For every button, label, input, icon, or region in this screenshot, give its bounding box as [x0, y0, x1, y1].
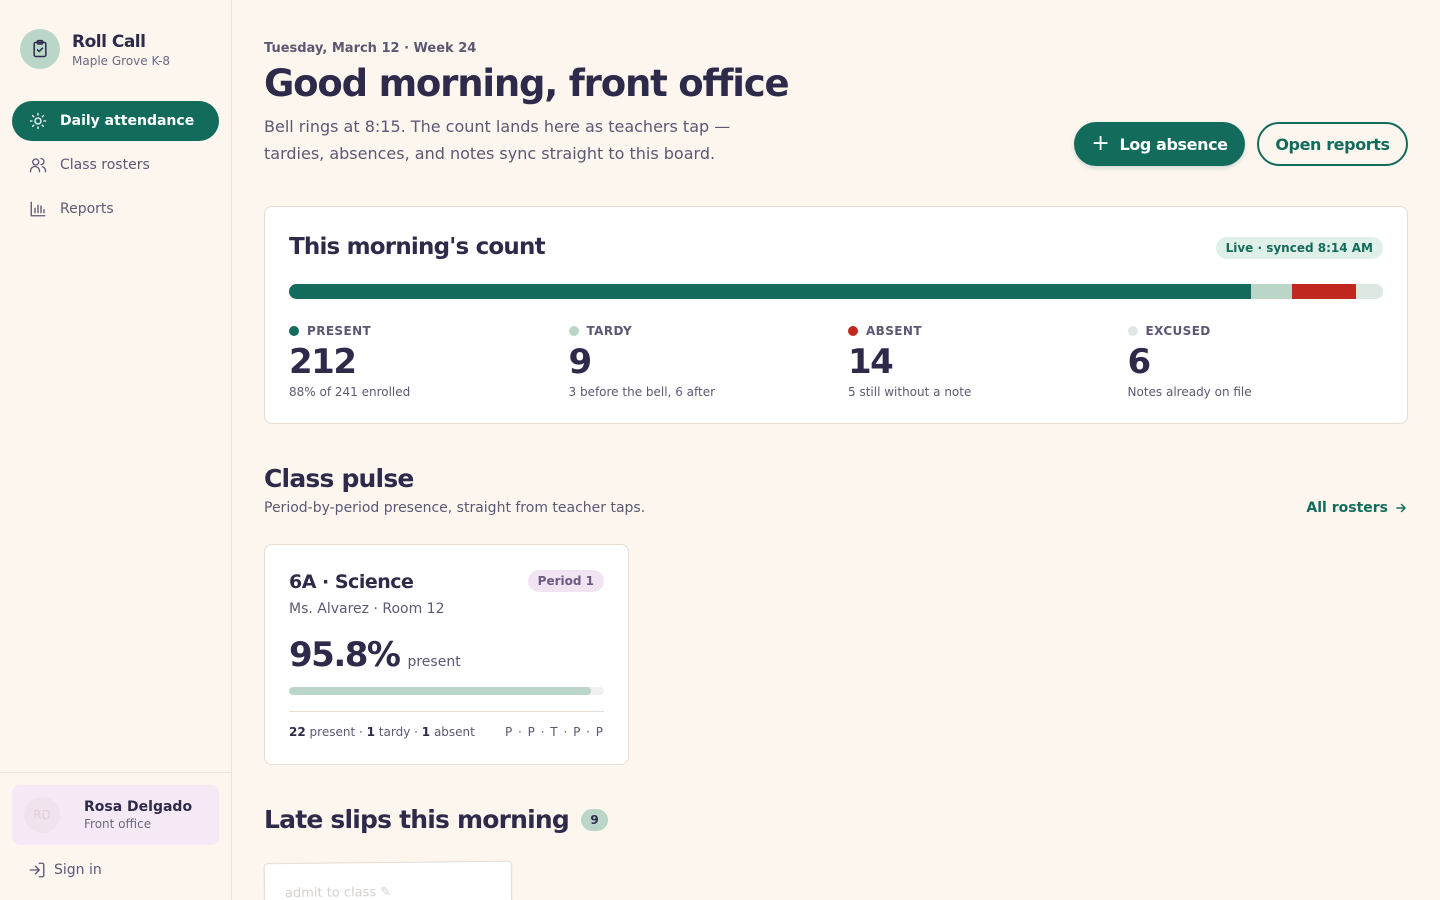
attendance-stacked-bar: [289, 284, 1383, 299]
sidebar-item-daily-attendance[interactable]: Daily attendance: [12, 101, 219, 141]
log-absence-label: Log absence: [1119, 134, 1228, 154]
tardy-count: 1: [366, 725, 375, 739]
class-presence-fill: [289, 687, 591, 695]
bar-segment-excused: [1355, 284, 1383, 299]
all-rosters-label: All rosters: [1306, 500, 1388, 516]
bar-chart-icon: [28, 199, 48, 219]
sidebar-item-class-rosters[interactable]: Class rosters: [12, 145, 219, 185]
sidebar-item-label: Class rosters: [60, 157, 150, 173]
class-percent-label: present: [407, 654, 461, 670]
brand-title: Roll Call: [72, 31, 146, 52]
stat-value: 212: [289, 342, 357, 382]
period-badge: Period 1: [527, 570, 604, 592]
tardy-dot: [568, 326, 579, 336]
bar-segment-tardy: [1251, 284, 1293, 299]
bar-segment-absent: [1292, 284, 1356, 299]
clipboard-check-icon: [20, 29, 60, 69]
stat-value: 14: [848, 342, 894, 382]
class-pulse-subtitle: Period-by-period presence, straight from…: [264, 500, 646, 516]
all-rosters-link[interactable]: All rosters: [1306, 500, 1408, 516]
class-title: 6A · Science: [289, 571, 414, 593]
open-reports-button[interactable]: Open reports: [1257, 122, 1408, 166]
bar-segment-present: [289, 284, 1252, 299]
class-counts: 22 present · 1 tardy · 1 absent: [289, 725, 475, 739]
stat-present: PRESENT 212 88% of 241 enrolled: [289, 324, 569, 399]
class-card[interactable]: 6A · Science Period 1 Ms. Alvarez · Room…: [264, 544, 629, 765]
class-presence-bar: [289, 687, 604, 695]
morning-count-card: This morning's count Live · synced 8:14 …: [264, 206, 1408, 424]
divider: [289, 711, 604, 712]
stat-note: Notes already on file: [1127, 385, 1252, 399]
stat-label: EXCUSED: [1145, 324, 1211, 338]
sign-in-label: Sign in: [54, 862, 102, 878]
stat-value: 9: [568, 342, 593, 382]
avatar: RD: [24, 797, 60, 833]
attendance-marks: P · P · T · P · P: [504, 725, 604, 739]
present-count-label: present: [309, 725, 356, 739]
sidebar: Roll Call Maple Grove K-8 Daily attendan…: [0, 0, 232, 900]
user-name: Rosa Delgado: [84, 799, 193, 815]
brand[interactable]: Roll Call Maple Grove K-8: [20, 29, 170, 69]
stat-note: 5 still without a note: [848, 385, 972, 399]
sign-in-icon: [28, 861, 46, 879]
stat-excused: EXCUSED 6 Notes already on file: [1127, 324, 1408, 399]
absent-dot: [848, 326, 858, 336]
present-count: 22: [289, 725, 306, 739]
arrow-right-icon: [1394, 501, 1408, 515]
stat-tardy: TARDY 9 3 before the bell, 6 after: [568, 324, 849, 399]
plus-icon: +: [1091, 131, 1110, 156]
absent-count: 1: [421, 725, 431, 739]
count-title: This morning's count: [289, 234, 546, 260]
live-sync-badge: Live · synced 8:14 AM: [1215, 237, 1383, 259]
stat-value: 6: [1127, 342, 1152, 382]
sidebar-item-label: Reports: [60, 201, 114, 217]
user-card[interactable]: RD Rosa Delgado Front office: [12, 785, 219, 845]
brand-subtitle: Maple Grove K-8: [72, 53, 171, 68]
absent-count-label: absent: [433, 725, 475, 739]
users-icon: [28, 155, 48, 175]
late-slips-count: 9: [581, 808, 609, 831]
late-slips-label: Late slips this morning: [264, 805, 570, 834]
sidebar-item-reports[interactable]: Reports: [12, 189, 219, 229]
tardy-count-label: tardy: [378, 725, 411, 739]
class-percent: 95.8%: [289, 635, 401, 675]
class-pulse-title: Class pulse: [264, 464, 414, 493]
class-teacher: Ms. Alvarez · Room 12: [289, 601, 445, 617]
sidebar-item-label: Daily attendance: [60, 113, 195, 129]
late-slips-title: Late slips this morning 9: [264, 805, 609, 834]
excused-dot: [1127, 326, 1138, 336]
present-dot: [289, 326, 299, 336]
late-slip-card[interactable]: admit to class ✎: [263, 860, 513, 900]
sign-in-link[interactable]: Sign in: [28, 861, 102, 879]
page-title: Good morning, front office: [264, 62, 790, 105]
sidebar-footer: RD Rosa Delgado Front office Sign in: [0, 772, 231, 900]
page-intro: Bell rings at 8:15. The count lands here…: [264, 117, 731, 163]
log-absence-button[interactable]: + Log absence: [1074, 122, 1245, 166]
sun-icon: [28, 111, 48, 131]
sidebar-nav: Daily attendance Class rosters Reports: [12, 101, 219, 233]
dateline: Tuesday, March 12 · Week 24: [264, 41, 477, 56]
stat-absent: ABSENT 14 5 still without a note: [848, 324, 1128, 399]
stat-label: ABSENT: [866, 324, 922, 338]
stat-note: 3 before the bell, 6 after: [568, 385, 716, 399]
count-stats: PRESENT 212 88% of 241 enrolled TARDY 9 …: [289, 324, 1407, 399]
stat-note: 88% of 241 enrolled: [289, 385, 411, 399]
slip-text: admit to class ✎: [284, 884, 392, 900]
stat-label: PRESENT: [307, 324, 372, 338]
stat-label: TARDY: [586, 324, 633, 338]
user-role: Front office: [84, 817, 152, 831]
